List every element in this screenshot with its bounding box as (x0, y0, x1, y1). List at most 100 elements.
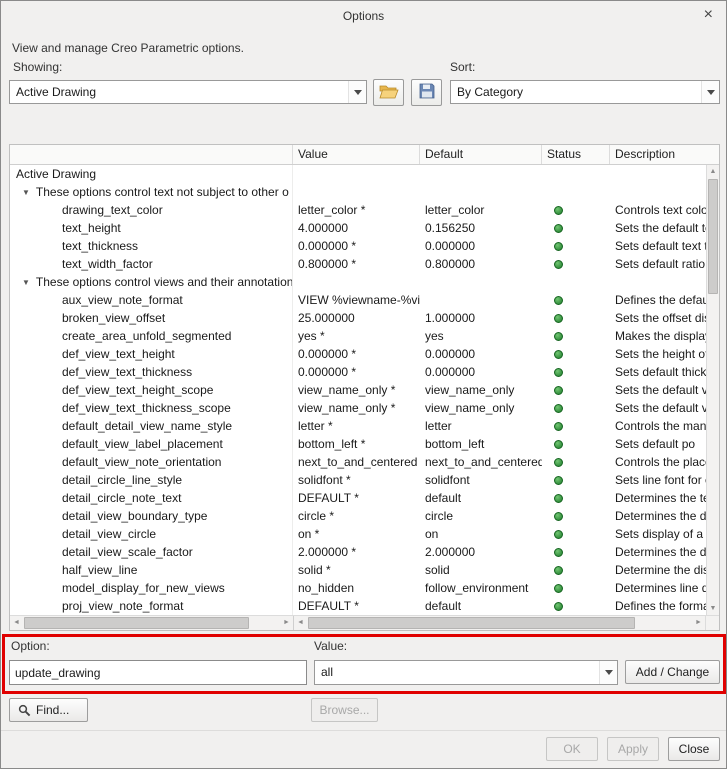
vertical-scrollbar[interactable] (706, 165, 719, 615)
scroll-right-icon[interactable] (280, 616, 293, 630)
status-ok-icon (554, 368, 563, 377)
option-row[interactable]: def_view_text_thickness_scopeview_name_o… (10, 399, 706, 417)
group-row[interactable]: These options control text not subject t… (10, 183, 706, 201)
collapse-triangle-icon[interactable] (22, 184, 30, 201)
ok-button[interactable]: OK (546, 737, 598, 761)
option-input[interactable] (9, 660, 307, 685)
name-cell: detail_circle_line_style (10, 471, 293, 489)
group-row[interactable]: These options control views and their an… (10, 273, 706, 291)
value-cell: DEFAULT * (293, 489, 420, 507)
column-header-value[interactable]: Value (293, 145, 420, 164)
column-header-default[interactable]: Default (420, 145, 542, 164)
option-row[interactable]: detail_view_boundary_typecircle *circleD… (10, 507, 706, 525)
name-cell: proj_view_note_format (10, 597, 293, 615)
status-ok-icon (554, 476, 563, 485)
chevron-down-icon[interactable] (599, 661, 617, 684)
scroll-down-icon[interactable] (707, 602, 719, 615)
value-cell: 2.000000 * (293, 543, 420, 561)
name-cell: text_thickness (10, 237, 293, 255)
apply-button[interactable]: Apply (607, 737, 659, 761)
column-header-description[interactable]: Description (610, 145, 719, 164)
option-row[interactable]: def_view_text_height0.000000 *0.000000Se… (10, 345, 706, 363)
option-row[interactable]: detail_circle_note_textDEFAULT *defaultD… (10, 489, 706, 507)
status-ok-icon (554, 404, 563, 413)
vscroll-thumb[interactable] (708, 179, 718, 294)
status-cell (542, 417, 610, 435)
status-ok-icon (554, 548, 563, 557)
option-row[interactable]: text_width_factor0.800000 *0.800000Sets … (10, 255, 706, 273)
default-cell: circle (420, 507, 542, 525)
option-row[interactable]: default_detail_view_name_styleletter *le… (10, 417, 706, 435)
default-cell: default (420, 489, 542, 507)
browse-button[interactable]: Browse... (311, 698, 378, 722)
option-row[interactable]: detail_view_circleon *onSets display of … (10, 525, 706, 543)
option-row[interactable]: default_view_label_placementbottom_left … (10, 435, 706, 453)
option-row[interactable]: detail_circle_line_stylesolidfont *solid… (10, 471, 706, 489)
find-button-label: Find... (36, 703, 69, 717)
scroll-right-icon[interactable] (692, 616, 705, 630)
default-cell: solidfont (420, 471, 542, 489)
option-row[interactable]: drawing_text_colorletter_color *letter_c… (10, 201, 706, 219)
option-row[interactable]: create_area_unfold_segmentedyes *yesMake… (10, 327, 706, 345)
row-label: detail_circle_note_text (62, 491, 181, 505)
column-header-status[interactable]: Status (542, 145, 610, 164)
value-cell: VIEW %viewname-%vi (293, 291, 420, 309)
status-ok-icon (554, 386, 563, 395)
option-row[interactable]: detail_view_scale_factor2.000000 *2.0000… (10, 543, 706, 561)
footer-divider (1, 730, 726, 731)
value-cell: 0.000000 * (293, 345, 420, 363)
scroll-left-icon[interactable] (10, 616, 23, 630)
option-row[interactable]: text_thickness0.000000 *0.000000Sets def… (10, 237, 706, 255)
status-ok-icon (554, 314, 563, 323)
add-change-button[interactable]: Add / Change (625, 660, 720, 684)
description-cell: Sets default ratio b (610, 255, 706, 273)
hscrollbar-right[interactable] (294, 616, 706, 630)
name-cell: broken_view_offset (10, 309, 293, 327)
status-cell (542, 255, 610, 273)
sort-dropdown[interactable]: By Category (450, 80, 720, 104)
description-cell: Defines the defaul (610, 291, 706, 309)
scroll-up-icon[interactable] (707, 165, 719, 178)
description-cell: Determines line di (610, 579, 706, 597)
search-icon (18, 704, 31, 717)
collapse-triangle-icon[interactable] (22, 274, 30, 291)
option-row[interactable]: default_view_note_orientationnext_to_and… (10, 453, 706, 471)
option-row[interactable]: model_display_for_new_viewsno_hiddenfoll… (10, 579, 706, 597)
titlebar[interactable]: Options × (1, 1, 726, 31)
find-button[interactable]: Find... (9, 698, 88, 722)
open-config-file-button[interactable] (373, 79, 404, 106)
value-cell: bottom_left * (293, 435, 420, 453)
showing-dropdown[interactable]: Active Drawing (9, 80, 367, 104)
option-row[interactable]: proj_view_note_formatDEFAULT *defaultDef… (10, 597, 706, 615)
default-cell: 1.000000 (420, 309, 542, 327)
name-cell: default_detail_view_name_style (10, 417, 293, 435)
row-label: detail_view_circle (62, 527, 156, 541)
hscrollbar-left[interactable] (10, 616, 294, 630)
description-cell: Controls text colo (610, 201, 706, 219)
close-icon[interactable]: × (704, 7, 713, 23)
option-row[interactable]: half_view_linesolid *solidDetermine the … (10, 561, 706, 579)
status-cell (542, 237, 610, 255)
save-config-file-button[interactable] (411, 79, 442, 106)
category-row[interactable]: Active Drawing (10, 165, 706, 183)
row-label: detail_circle_line_style (62, 473, 182, 487)
scroll-left-icon[interactable] (294, 616, 307, 630)
hscroll-thumb-left[interactable] (24, 617, 249, 629)
option-row[interactable]: def_view_text_thickness0.000000 *0.00000… (10, 363, 706, 381)
option-row[interactable]: broken_view_offset25.0000001.000000Sets … (10, 309, 706, 327)
option-row[interactable]: aux_view_note_formatVIEW %viewname-%viDe… (10, 291, 706, 309)
chevron-down-icon[interactable] (348, 81, 366, 103)
value-dropdown[interactable]: all (314, 660, 618, 685)
name-cell: create_area_unfold_segmented (10, 327, 293, 345)
hscroll-thumb-right[interactable] (308, 617, 635, 629)
close-button[interactable]: Close (668, 737, 720, 761)
option-row[interactable]: def_view_text_height_scopeview_name_only… (10, 381, 706, 399)
status-cell (542, 201, 610, 219)
chevron-down-icon[interactable] (701, 81, 719, 103)
description-cell (610, 273, 706, 291)
default-cell: solid (420, 561, 542, 579)
column-header-name[interactable] (10, 145, 293, 164)
option-row[interactable]: text_height4.0000000.156250Sets the defa… (10, 219, 706, 237)
horizontal-scrollbar-row (10, 615, 719, 630)
status-ok-icon (554, 206, 563, 215)
